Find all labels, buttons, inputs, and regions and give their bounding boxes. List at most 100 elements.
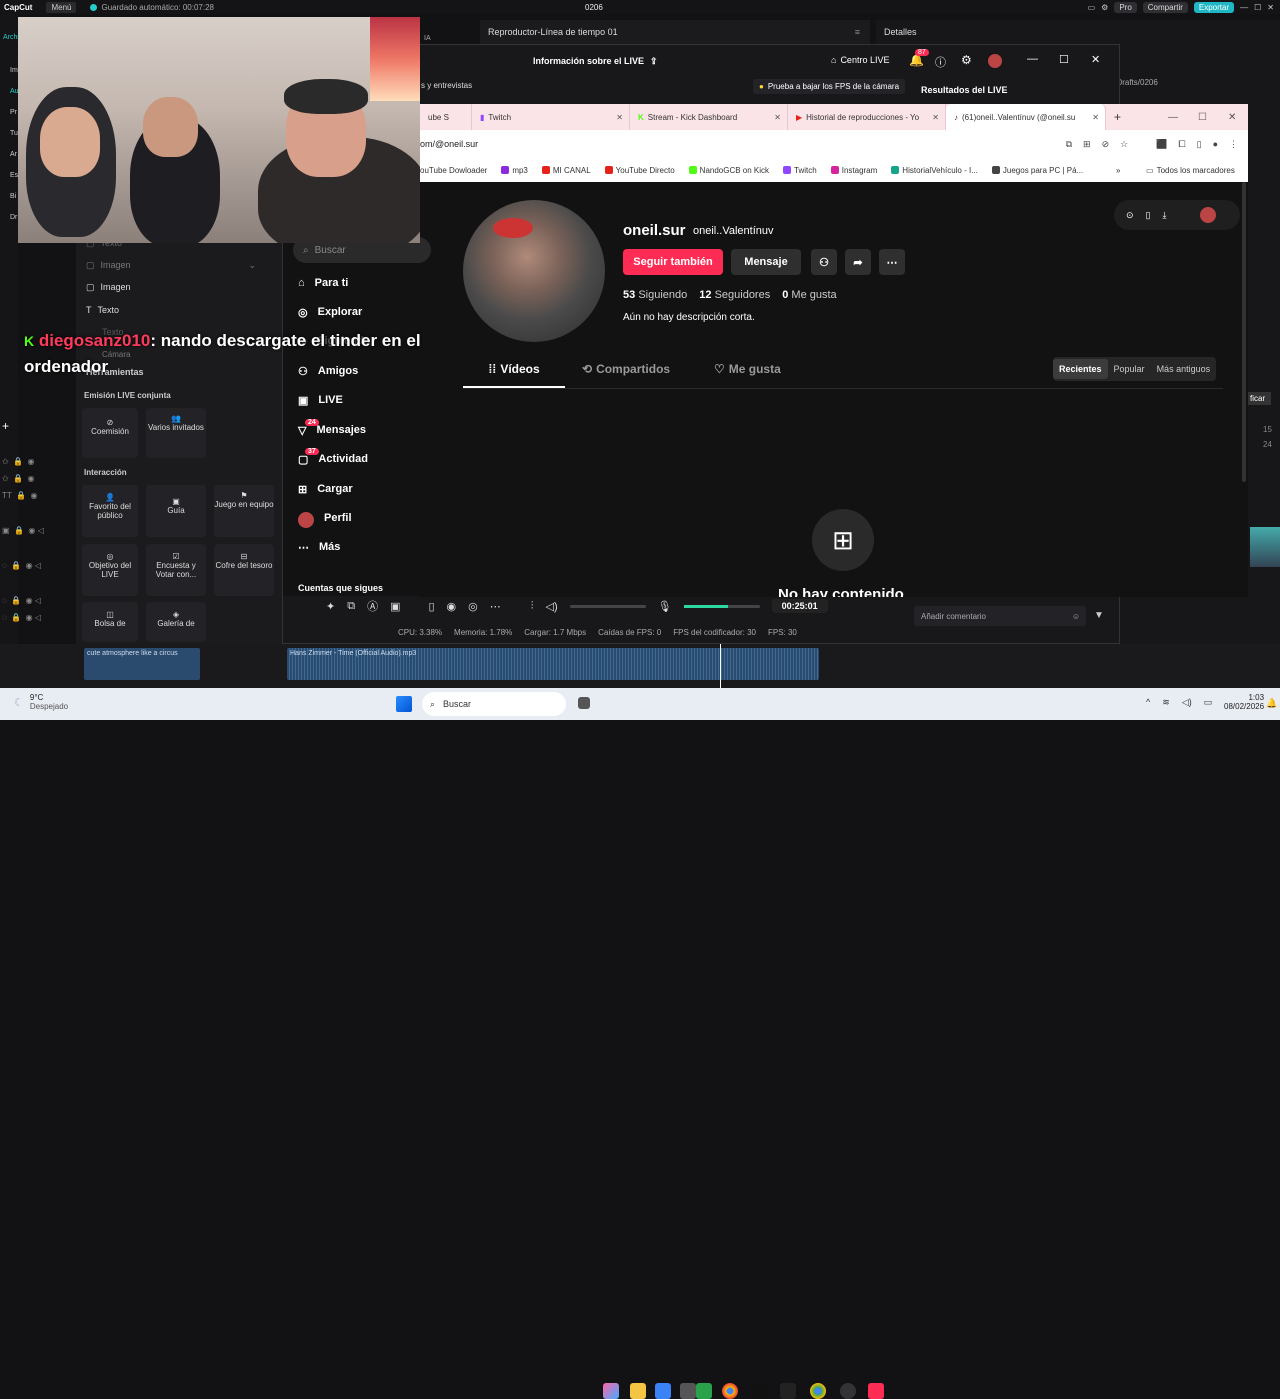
chevron-up-icon[interactable]: ^ [1146, 697, 1150, 708]
profile-icon[interactable]: ● [1213, 139, 1218, 150]
browser-tab[interactable]: ▮ Twitch ✕ [472, 104, 630, 130]
playhead[interactable] [720, 644, 721, 688]
emoji-icon[interactable]: ☺ [1072, 612, 1080, 621]
layout-icon[interactable]: ▭ [1088, 3, 1096, 12]
hamburger-icon[interactable]: ≡ [855, 27, 860, 37]
panel-item[interactable]: ▢ Imagen ⌄ [86, 260, 266, 271]
sort-oldest[interactable]: Más antiguos [1151, 359, 1217, 379]
app-icon[interactable] [680, 1383, 696, 1399]
share-icon[interactable]: ⇪ [650, 56, 658, 67]
tiktok-icon[interactable] [752, 1383, 768, 1399]
bookmark[interactable]: MI CANAL [541, 166, 591, 175]
store-icon[interactable] [655, 1383, 671, 1399]
nav-profile[interactable]: Perfil [298, 512, 352, 528]
pro-badge[interactable]: Pro [1114, 1, 1137, 13]
wifi-icon[interactable]: ≋ [1162, 697, 1170, 708]
settings-icon[interactable]: ⚙ [1101, 3, 1108, 12]
nav-messages[interactable]: ▽ 24 Mensajes [298, 419, 366, 437]
interaction-team-game[interactable]: ⚑ Juego en equipo [214, 485, 274, 537]
eye-off-icon[interactable]: ⊘ [1102, 139, 1110, 150]
interaction-poll[interactable]: ☑ Encuesta y Votar con... [146, 544, 206, 596]
new-tab-icon[interactable]: + [1114, 110, 1121, 124]
coemission-button[interactable]: ⊘ Coemisión [82, 408, 138, 458]
live-center-button[interactable]: ⌂ Centro LIVE [831, 55, 889, 65]
browser-tab[interactable]: ube S [420, 104, 472, 130]
puzzle-icon[interactable]: ⧠ [1178, 139, 1185, 150]
bookmark[interactable]: Twitch [783, 166, 817, 175]
close-tab-icon[interactable]: ✕ [932, 113, 939, 122]
chrome-icon[interactable] [810, 1383, 826, 1399]
phone-icon[interactable]: ▯ [428, 600, 434, 613]
interaction-gallery[interactable]: ◈ Galería de [146, 602, 206, 642]
obs-icon[interactable] [840, 1383, 856, 1399]
ai-icon[interactable]: Ⓐ [367, 598, 378, 614]
minimize-icon[interactable]: — [1027, 53, 1038, 65]
stat-following[interactable]: 53 Siguiendo [623, 289, 687, 301]
sidebar-item-files[interactable]: Archi [3, 34, 19, 41]
download-icon[interactable]: ⤓ [1163, 210, 1167, 221]
close-tab-icon[interactable]: ✕ [616, 113, 623, 122]
nav-more[interactable]: ⋯ Más [298, 541, 340, 554]
minimize-icon[interactable]: — [1168, 112, 1178, 123]
tab-videos[interactable]: ⁞⁞ Vídeos [463, 362, 565, 388]
close-tab-icon[interactable]: ✕ [1092, 113, 1099, 122]
more-button[interactable]: ⋯ [879, 249, 905, 275]
maximize-icon[interactable]: ☐ [1059, 53, 1069, 66]
maximize-icon[interactable]: ☐ [1198, 112, 1207, 123]
browser-tab[interactable]: ▶ Historial de reproducciones - Yo ✕ [788, 104, 946, 130]
panel-item[interactable]: ▢ Imagen [86, 282, 131, 293]
battery-icon[interactable]: ▭ [1204, 697, 1213, 708]
volume-slider[interactable] [569, 604, 646, 608]
bookmark[interactable]: NandoGCB on Kick [688, 166, 769, 175]
clock[interactable]: 1:03 08/02/2026 [1224, 693, 1264, 711]
capcut-icon[interactable] [780, 1383, 796, 1399]
mic-icon[interactable]: 🎙 [658, 600, 672, 613]
nav-explore[interactable]: ◎ Explorar [298, 306, 362, 319]
xbox-icon[interactable] [696, 1383, 712, 1399]
sidebar-icon[interactable]: ▯ [1197, 139, 1202, 150]
nav-activity[interactable]: ▢ 37 Actividad [298, 448, 368, 466]
taskbar-search[interactable]: ⌕ Buscar [422, 692, 566, 716]
sort-popular[interactable]: Popular [1108, 359, 1151, 379]
comment-input[interactable]: Añadir comentario ☺ [914, 606, 1086, 626]
more-icon[interactable]: ⋯ [490, 600, 501, 613]
avatar[interactable] [988, 54, 1002, 68]
close-icon[interactable]: ✕ [1267, 3, 1274, 12]
mic-slider[interactable] [683, 604, 760, 608]
close-icon[interactable]: ✕ [1091, 53, 1100, 66]
stat-followers[interactable]: 12 Seguidores [699, 289, 770, 301]
tab-likes[interactable]: ♡ Me gusta [714, 362, 781, 376]
interaction-guide[interactable]: ▣ Guía [146, 485, 206, 537]
bookmark[interactable]: YouTube Directo [604, 166, 675, 175]
message-button[interactable]: Mensaje [731, 249, 801, 275]
nav-live[interactable]: ▣ LIVE [298, 394, 343, 407]
guests-button[interactable]: 👥 Varios invitados [146, 408, 206, 458]
interaction-chest[interactable]: ⊟ Cofre del tesoro [214, 544, 274, 596]
target-icon[interactable]: ◎ [468, 600, 478, 613]
thumbnail-preview[interactable] [1250, 527, 1280, 567]
chrome-icon[interactable] [722, 1383, 738, 1399]
panel-item[interactable]: T Texto [86, 305, 119, 315]
task-view-icon[interactable] [578, 697, 590, 709]
share-button[interactable]: ➦ [845, 249, 871, 275]
mixer-icon[interactable]: ⫶ [531, 600, 534, 613]
weather-widget[interactable]: ☾ 9°C Despejado [14, 693, 68, 711]
record-icon[interactable]: ◉ [447, 600, 457, 613]
layers-icon[interactable]: ⧉ [347, 600, 355, 613]
maximize-icon[interactable]: ☐ [1254, 3, 1261, 12]
volume-icon[interactable]: ◁) [546, 600, 558, 613]
settings-icon[interactable]: ⚙ [961, 53, 972, 67]
browser-tab[interactable]: K Stream - Kick Dashboard ✕ [630, 104, 788, 130]
share-button[interactable]: Compartir [1142, 1, 1188, 13]
bookmark[interactable]: HistorialVehículo - I... [891, 166, 978, 175]
translate-icon[interactable]: ⧉ [1066, 139, 1072, 150]
minimize-icon[interactable]: — [1240, 3, 1248, 12]
verify-button[interactable]: ficar [1244, 392, 1272, 405]
close-tab-icon[interactable]: ✕ [774, 113, 781, 122]
star-icon[interactable]: ☆ [1120, 139, 1128, 150]
interaction-goal[interactable]: ◎ Objetivo del LIVE [82, 544, 138, 596]
browser-tab-active[interactable]: ♪ (61)oneil..Valentínuv (@oneil.su ✕ [946, 104, 1106, 130]
tiktok-live-icon[interactable] [868, 1383, 884, 1399]
compass-icon[interactable]: ⊙ [1126, 210, 1134, 221]
interaction-bag[interactable]: ◫ Bolsa de [82, 602, 138, 642]
